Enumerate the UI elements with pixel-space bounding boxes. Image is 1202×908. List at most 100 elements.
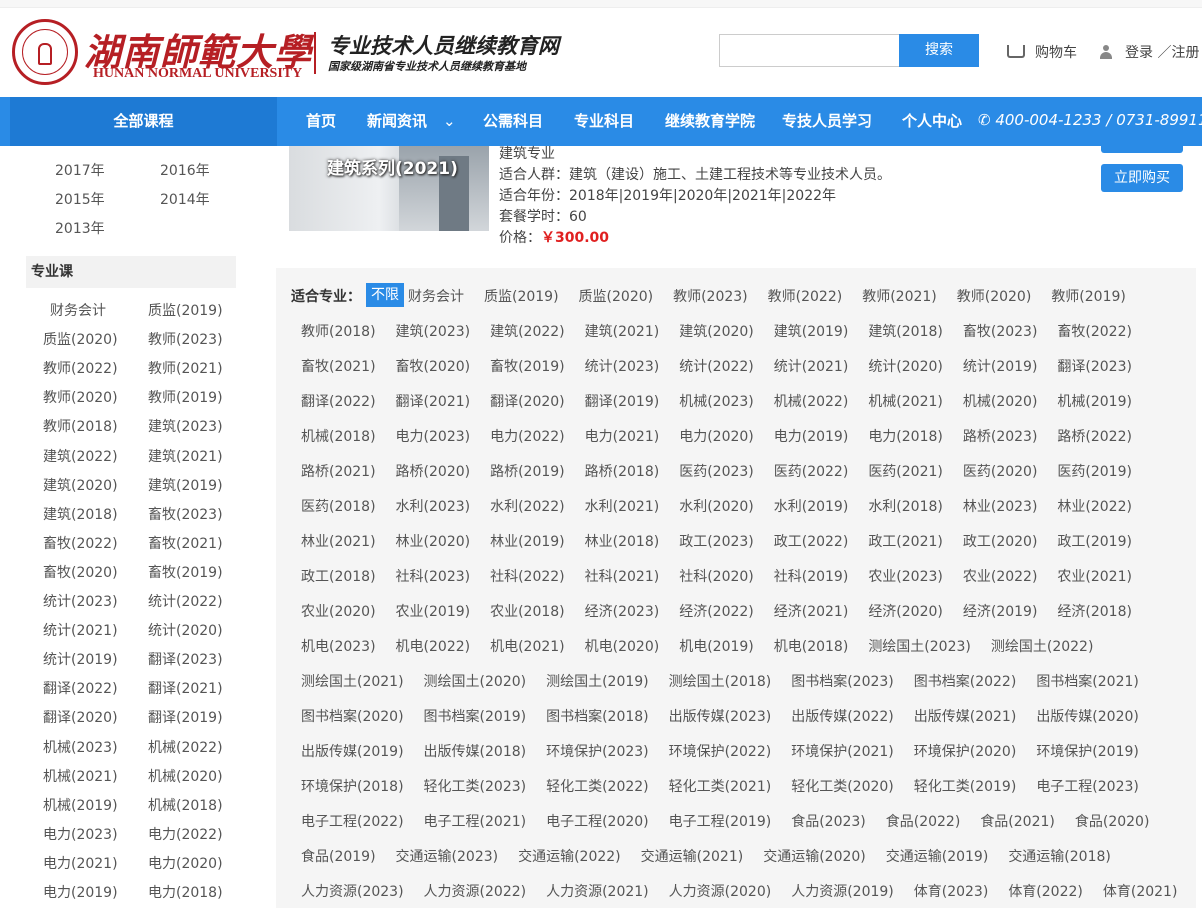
search-button[interactable]: 搜索	[899, 34, 979, 67]
sidebar-link[interactable]: 畜牧(2020)	[43, 562, 118, 582]
filter-major-option[interactable]: 机电(2023)	[301, 636, 376, 656]
filter-major-option[interactable]: 图书档案(2021)	[1036, 671, 1139, 691]
filter-major-option[interactable]: 路桥(2020)	[396, 461, 471, 481]
filter-major-option[interactable]: 水利(2020)	[679, 496, 754, 516]
sidebar-year[interactable]: 2013年	[55, 218, 105, 238]
filter-major-option[interactable]: 环境保护(2023)	[546, 741, 649, 761]
filter-major-option[interactable]: 政工(2022)	[774, 531, 849, 551]
filter-major-option[interactable]: 畜牧(2019)	[490, 356, 565, 376]
nav-item-home[interactable]: 首页	[306, 97, 336, 146]
filter-all-tag[interactable]: 不限	[366, 283, 404, 307]
filter-major-option[interactable]: 环境保护(2021)	[791, 741, 894, 761]
filter-major-option[interactable]: 图书档案(2020)	[301, 706, 404, 726]
nav-item-college[interactable]: 继续教育学院	[665, 97, 755, 146]
filter-major-option[interactable]: 教师(2019)	[1051, 286, 1126, 306]
filter-major-option[interactable]: 经济(2022)	[679, 601, 754, 621]
filter-major-option[interactable]: 社科(2022)	[490, 566, 565, 586]
filter-major-option[interactable]: 医药(2021)	[868, 461, 943, 481]
filter-major-option[interactable]: 测绘国土(2023)	[868, 636, 971, 656]
filter-major-option[interactable]: 农业(2019)	[396, 601, 471, 621]
nav-item-study[interactable]: 专技人员学习	[782, 97, 872, 146]
filter-major-option[interactable]: 路桥(2019)	[490, 461, 565, 481]
filter-major-option[interactable]: 环境保护(2018)	[301, 776, 404, 796]
filter-major-option[interactable]: 出版传媒(2023)	[669, 706, 772, 726]
filter-major-option[interactable]: 经济(2018)	[1057, 601, 1132, 621]
sidebar-link[interactable]: 翻译(2021)	[148, 678, 223, 698]
filter-major-option[interactable]: 电子工程(2021)	[424, 811, 527, 831]
sidebar-link[interactable]: 翻译(2022)	[43, 678, 118, 698]
cart-link[interactable]: 购物车	[1007, 42, 1077, 62]
filter-major-option[interactable]: 人力资源(2021)	[546, 881, 649, 901]
filter-major-option[interactable]: 政工(2021)	[868, 531, 943, 551]
sidebar-link[interactable]: 畜牧(2021)	[148, 533, 223, 553]
filter-major-option[interactable]: 轻化工类(2020)	[791, 776, 894, 796]
filter-major-option[interactable]: 林业(2020)	[396, 531, 471, 551]
filter-major-option[interactable]: 社科(2023)	[396, 566, 471, 586]
filter-major-option[interactable]: 畜牧(2022)	[1057, 321, 1132, 341]
filter-major-option[interactable]: 建筑(2020)	[679, 321, 754, 341]
filter-major-option[interactable]: 建筑(2019)	[774, 321, 849, 341]
filter-major-option[interactable]: 翻译(2021)	[396, 391, 471, 411]
login-link[interactable]: 登录 ／注册	[1100, 42, 1199, 62]
sidebar-link[interactable]: 机械(2018)	[148, 795, 223, 815]
sidebar-link[interactable]: 建筑(2020)	[43, 475, 118, 495]
filter-major-option[interactable]: 交通运输(2022)	[518, 846, 621, 866]
sidebar-link[interactable]: 质监(2019)	[148, 300, 223, 320]
filter-major-option[interactable]: 出版传媒(2020)	[1036, 706, 1139, 726]
filter-major-option[interactable]: 教师(2022)	[768, 286, 843, 306]
filter-major-option[interactable]: 医药(2020)	[963, 461, 1038, 481]
filter-major-option[interactable]: 医药(2023)	[679, 461, 754, 481]
filter-major-option[interactable]: 水利(2019)	[774, 496, 849, 516]
filter-major-option[interactable]: 财务会计	[408, 286, 464, 306]
filter-major-option[interactable]: 建筑(2018)	[868, 321, 943, 341]
sidebar-link[interactable]: 财务会计	[50, 300, 106, 320]
filter-major-option[interactable]: 图书档案(2019)	[424, 706, 527, 726]
sidebar-link[interactable]: 翻译(2020)	[43, 707, 118, 727]
filter-major-option[interactable]: 交通运输(2019)	[886, 846, 989, 866]
filter-major-option[interactable]: 经济(2020)	[868, 601, 943, 621]
filter-major-option[interactable]: 机械(2018)	[301, 426, 376, 446]
filter-major-option[interactable]: 政工(2018)	[301, 566, 376, 586]
filter-major-option[interactable]: 农业(2023)	[868, 566, 943, 586]
filter-major-option[interactable]: 出版传媒(2018)	[424, 741, 527, 761]
filter-major-option[interactable]: 图书档案(2018)	[546, 706, 649, 726]
sidebar-link[interactable]: 翻译(2023)	[148, 649, 223, 669]
filter-major-option[interactable]: 林业(2022)	[1057, 496, 1132, 516]
filter-major-option[interactable]: 食品(2019)	[301, 846, 376, 866]
university-seal-logo[interactable]	[12, 19, 78, 85]
all-courses-button[interactable]: 全部课程	[10, 97, 277, 146]
filter-major-option[interactable]: 统计(2022)	[679, 356, 754, 376]
sidebar-link[interactable]: 机械(2019)	[43, 795, 118, 815]
filter-major-option[interactable]: 机械(2019)	[1057, 391, 1132, 411]
search-input[interactable]	[719, 34, 899, 67]
filter-major-option[interactable]: 质监(2019)	[484, 286, 559, 306]
filter-major-option[interactable]: 轻化工类(2023)	[424, 776, 527, 796]
filter-major-option[interactable]: 轻化工类(2021)	[669, 776, 772, 796]
filter-major-option[interactable]: 食品(2020)	[1075, 811, 1150, 831]
sidebar-link[interactable]: 教师(2023)	[148, 329, 223, 349]
sidebar-link[interactable]: 电力(2018)	[148, 882, 223, 902]
filter-major-option[interactable]: 机电(2020)	[585, 636, 660, 656]
filter-major-option[interactable]: 电子工程(2019)	[669, 811, 772, 831]
filter-major-option[interactable]: 出版传媒(2021)	[914, 706, 1017, 726]
filter-major-option[interactable]: 机械(2023)	[679, 391, 754, 411]
filter-major-option[interactable]: 政工(2020)	[963, 531, 1038, 551]
sidebar-link[interactable]: 电力(2022)	[148, 824, 223, 844]
filter-major-option[interactable]: 统计(2021)	[774, 356, 849, 376]
sidebar-link[interactable]: 教师(2019)	[148, 387, 223, 407]
filter-major-option[interactable]: 经济(2023)	[585, 601, 660, 621]
filter-major-option[interactable]: 医药(2018)	[301, 496, 376, 516]
filter-major-option[interactable]: 社科(2020)	[679, 566, 754, 586]
filter-major-option[interactable]: 环境保护(2020)	[914, 741, 1017, 761]
sidebar-link[interactable]: 统计(2019)	[43, 649, 118, 669]
sidebar-year[interactable]: 2016年	[160, 160, 210, 180]
filter-major-option[interactable]: 建筑(2021)	[585, 321, 660, 341]
filter-major-option[interactable]: 体育(2021)	[1103, 881, 1178, 901]
filter-major-option[interactable]: 机电(2019)	[679, 636, 754, 656]
filter-major-option[interactable]: 人力资源(2023)	[301, 881, 404, 901]
filter-major-option[interactable]: 电力(2023)	[396, 426, 471, 446]
filter-major-option[interactable]: 翻译(2019)	[585, 391, 660, 411]
filter-major-option[interactable]: 体育(2022)	[1008, 881, 1083, 901]
sidebar-link[interactable]: 翻译(2019)	[148, 707, 223, 727]
filter-major-option[interactable]: 测绘国土(2021)	[301, 671, 404, 691]
